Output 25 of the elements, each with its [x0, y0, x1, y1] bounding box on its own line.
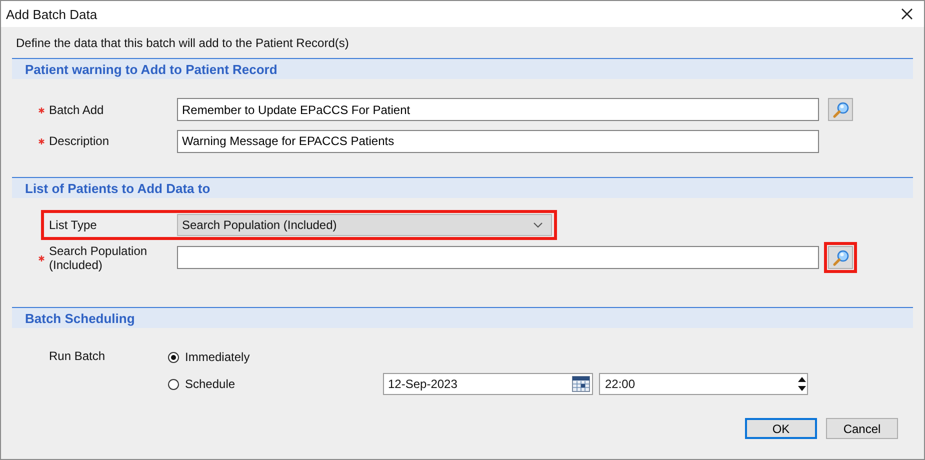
list-type-dropdown[interactable]: Search Population (Included)	[177, 214, 552, 236]
input-field[interactable]	[177, 246, 819, 269]
search-button[interactable]	[828, 98, 853, 121]
intro-text: Define the data that this batch will add to the Patient Record(s)	[16, 36, 350, 50]
time-field[interactable]: 22:00	[599, 373, 808, 395]
close-icon[interactable]	[901, 8, 913, 20]
section-title: Batch Scheduling	[25, 310, 135, 326]
section-title: List of Patients to Add Data to	[25, 180, 210, 196]
radio-option[interactable]: Schedule	[168, 377, 383, 391]
spinner-icon[interactable]	[798, 375, 806, 393]
chevron-down-icon[interactable]	[533, 222, 543, 228]
field-label: List Type	[49, 218, 98, 232]
input-field[interactable]: Warning Message for EPACCS Patients	[177, 130, 819, 152]
field-label: Search Population (Included)	[49, 244, 148, 272]
calendar-icon[interactable]	[572, 376, 590, 392]
field-label: Batch Add	[49, 102, 105, 116]
dialog-button[interactable]: Cancel	[826, 418, 898, 439]
section-title: Patient warning to Add to Patient Record	[25, 62, 278, 76]
field-label: Description	[49, 134, 110, 148]
field-label: Run Batch	[49, 348, 106, 363]
window-title: Add Batch Data	[6, 6, 98, 22]
radio-option[interactable]: Immediately	[168, 350, 383, 364]
input-field[interactable]: Remember to Update EPaCCS For Patient	[177, 98, 819, 121]
date-field[interactable]: 12-Sep-2023	[383, 373, 593, 395]
dialog-button[interactable]: OK	[745, 418, 817, 439]
